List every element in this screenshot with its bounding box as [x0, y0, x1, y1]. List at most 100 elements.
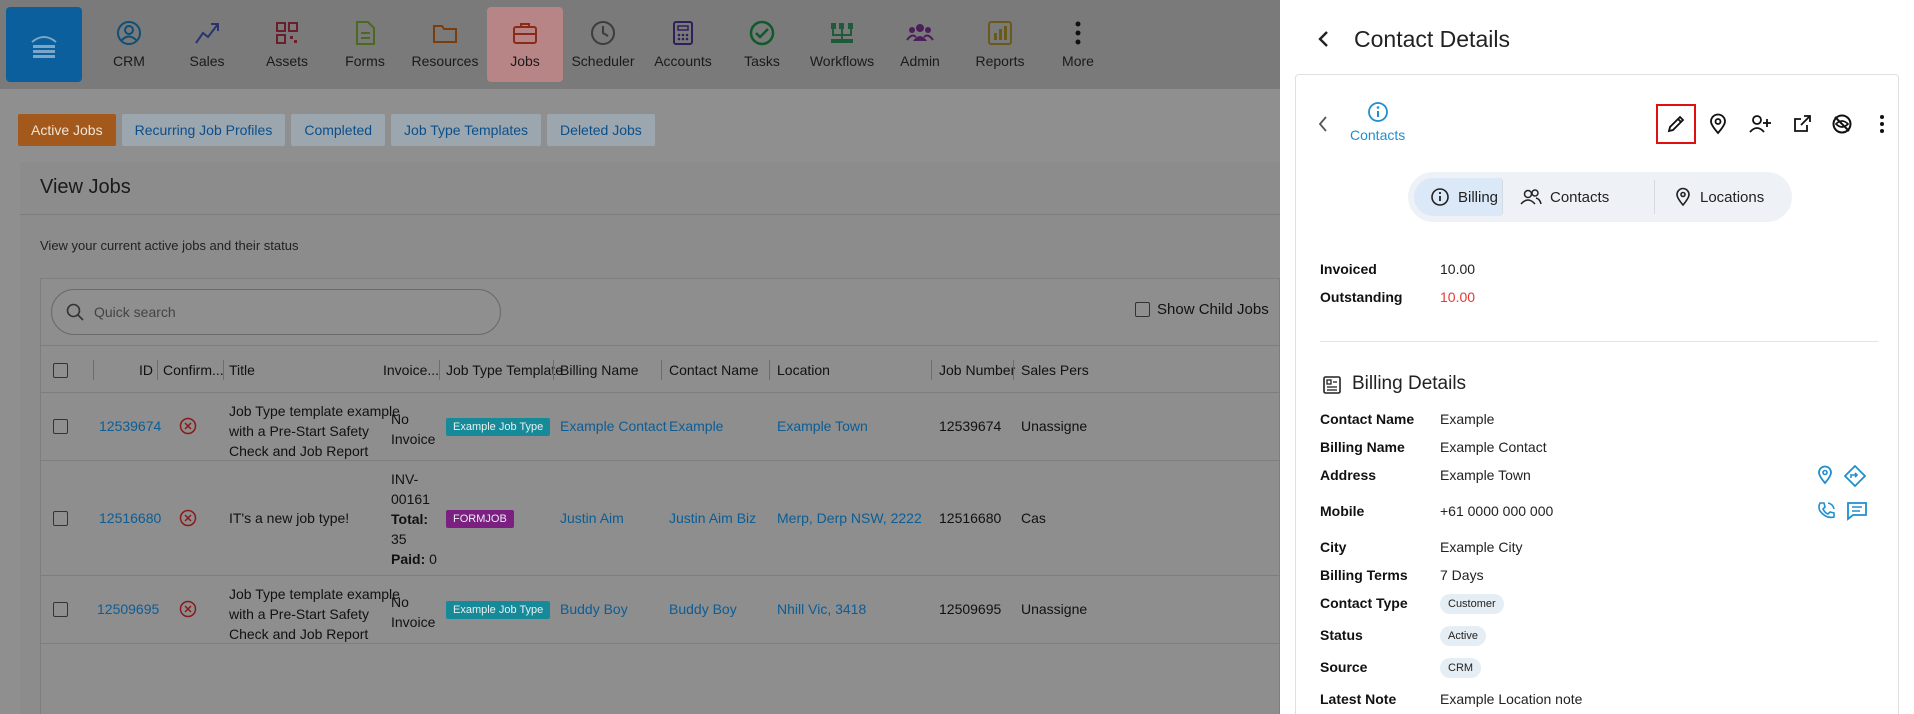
subtab-recurring-job-profiles[interactable]: Recurring Job Profiles: [121, 114, 286, 146]
contact-name-link[interactable]: Buddy Boy: [669, 601, 737, 617]
more-options-button[interactable]: [1862, 104, 1902, 144]
col-header-job-number[interactable]: Job Number: [939, 346, 1015, 394]
search-input[interactable]: Quick search: [51, 289, 501, 335]
col-header-invoice[interactable]: Invoice...: [383, 346, 439, 394]
location-link[interactable]: Example Town: [777, 418, 868, 434]
nav-label: Forms: [345, 53, 385, 69]
subtab-deleted-jobs[interactable]: Deleted Jobs: [547, 114, 655, 146]
nav-item-reports[interactable]: Reports: [962, 7, 1038, 82]
col-header-billing-name[interactable]: Billing Name: [560, 346, 639, 394]
nav-item-workflows[interactable]: Workflows: [804, 7, 880, 82]
column-separator: [553, 360, 554, 380]
table-row[interactable]: 12509695 Job Type template example with …: [41, 576, 1281, 644]
phone-icon[interactable]: [1816, 501, 1836, 521]
subtab-completed[interactable]: Completed: [291, 114, 386, 146]
nav-label: More: [1062, 53, 1094, 69]
job-title-line: Job Type template example: [229, 586, 400, 602]
app-logo[interactable]: [6, 7, 82, 82]
unconfirmed-icon: [179, 509, 197, 527]
row-checkbox[interactable]: [53, 511, 68, 526]
row-checkbox[interactable]: [53, 419, 68, 434]
nav-item-tasks[interactable]: Tasks: [724, 7, 800, 82]
col-header-id[interactable]: ID: [139, 346, 153, 394]
job-id-link[interactable]: 12509695: [97, 601, 159, 617]
nav-item-crm[interactable]: CRM: [91, 7, 167, 82]
row-checkbox[interactable]: [53, 602, 68, 617]
map-pin-icon[interactable]: [1816, 465, 1834, 485]
chevron-left-icon[interactable]: [1317, 115, 1329, 133]
tab-contacts[interactable]: Contacts: [1520, 178, 1609, 216]
tab-billing[interactable]: Billing: [1414, 178, 1502, 216]
col-header-confirm[interactable]: Confirm...: [163, 346, 224, 394]
table-row[interactable]: 12516680 IT's a new job type! INV- 00161…: [41, 461, 1281, 576]
sales-person: Unassigne: [1021, 418, 1088, 434]
nav-item-more[interactable]: More: [1040, 7, 1116, 82]
job-id-link[interactable]: 12539674: [99, 418, 161, 434]
col-header-location[interactable]: Location: [777, 346, 830, 394]
page-description: View your current active jobs and their …: [40, 238, 299, 253]
billing-name-link[interactable]: Example Contact: [560, 418, 667, 434]
accounts-icon: [673, 21, 693, 45]
contact-name-link[interactable]: Example: [669, 418, 723, 434]
back-arrow-icon[interactable]: [1316, 28, 1332, 50]
subtab-job-type-templates[interactable]: Job Type Templates: [391, 114, 542, 146]
nav-item-resources[interactable]: Resources: [407, 7, 483, 82]
billing-terms-value: 7 Days: [1440, 567, 1484, 583]
more-icon: [1075, 21, 1081, 45]
reports-icon: [988, 21, 1012, 45]
show-child-jobs-checkbox[interactable]: [1135, 302, 1150, 317]
add-contact-button[interactable]: [1740, 104, 1780, 144]
field-label: Source: [1320, 659, 1368, 675]
divider: [1320, 341, 1878, 342]
invoice-paid-value: 0: [429, 551, 437, 567]
col-header-title[interactable]: Title: [229, 346, 255, 394]
directions-icon[interactable]: [1844, 465, 1866, 487]
billing-name-link[interactable]: Buddy Boy: [560, 601, 628, 617]
edit-button[interactable]: [1656, 104, 1696, 144]
nav-item-accounts[interactable]: Accounts: [645, 7, 721, 82]
nav-item-sales[interactable]: Sales: [169, 7, 245, 82]
select-all-checkbox[interactable]: [53, 346, 68, 394]
location-link[interactable]: Merp, Derp NSW, 2222: [777, 510, 922, 526]
message-icon[interactable]: [1846, 501, 1868, 521]
job-title: IT's a new job type!: [229, 510, 350, 526]
open-external-button[interactable]: [1782, 104, 1822, 144]
nav-item-scheduler[interactable]: Scheduler: [565, 7, 641, 82]
workflows-icon: [831, 23, 853, 43]
table-row[interactable]: 12539674 Job Type template example with …: [41, 393, 1281, 461]
nav-item-assets[interactable]: Assets: [249, 7, 325, 82]
map-pin-icon: [1676, 187, 1690, 207]
column-separator: [439, 360, 440, 380]
contacts-link[interactable]: Contacts: [1350, 101, 1405, 143]
info-icon: [1431, 188, 1449, 206]
invoice-line: No: [391, 594, 409, 610]
jobs-icon: [513, 23, 537, 44]
nav-item-jobs[interactable]: Jobs: [487, 7, 563, 82]
mobile-actions: [1816, 501, 1868, 521]
nav-item-forms[interactable]: Forms: [327, 7, 403, 82]
invoiced-label: Invoiced: [1320, 261, 1377, 277]
tab-locations[interactable]: Locations: [1674, 178, 1764, 216]
nav-item-admin[interactable]: Admin: [882, 7, 958, 82]
show-child-jobs-toggle[interactable]: Show Child Jobs: [1135, 301, 1269, 318]
col-header-contact-name[interactable]: Contact Name: [669, 346, 758, 394]
job-id-link[interactable]: 12516680: [99, 510, 161, 526]
billing-name-link[interactable]: Justin Aim: [560, 510, 624, 526]
location-button[interactable]: [1698, 104, 1738, 144]
col-header-sales-person[interactable]: Sales Pers: [1021, 346, 1089, 394]
subtab-active-jobs[interactable]: Active Jobs: [18, 114, 116, 146]
field-label: Latest Note: [1320, 691, 1397, 707]
invoice-line: 00161: [391, 491, 430, 507]
job-title-line: Job Type template example: [229, 403, 400, 419]
location-link[interactable]: Nhill Vic, 3418: [777, 601, 866, 617]
tab-contacts-label: Contacts: [1550, 188, 1610, 206]
table-header: ID Confirm... Title Invoice... Job Type …: [41, 345, 1281, 393]
col-header-job-type-template[interactable]: Job Type Template: [446, 346, 563, 394]
nav-label: Scheduler: [571, 53, 635, 69]
job-type-badge: Example Job Type: [446, 601, 551, 619]
field-label: Address: [1320, 467, 1377, 483]
contacts-link-label: Contacts: [1350, 127, 1406, 143]
hide-button[interactable]: [1822, 104, 1862, 144]
contact-name-link[interactable]: Justin Aim Biz: [669, 510, 756, 526]
nav-label: CRM: [113, 53, 145, 69]
